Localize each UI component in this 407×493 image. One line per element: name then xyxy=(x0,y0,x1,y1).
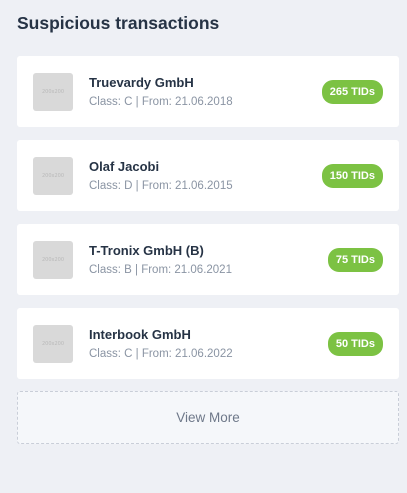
panel-title: Suspicious transactions xyxy=(17,13,220,33)
avatar: 200x200 xyxy=(33,156,73,195)
transaction-item-truevardy[interactable]: 200x200 Truevardy GmbH Class: C | From: … xyxy=(17,56,399,127)
transaction-info: Truevardy GmbH Class: C | From: 21.06.20… xyxy=(89,75,322,109)
avatar-placeholder-label: 200x200 xyxy=(41,256,65,263)
avatar: 200x200 xyxy=(33,240,73,279)
transactions-list: 200x200 Truevardy GmbH Class: C | From: … xyxy=(17,56,399,392)
avatar-placeholder-label: 200x200 xyxy=(41,340,65,347)
transaction-info: Olaf Jacobi Class: D | From: 21.06.2015 xyxy=(89,159,322,193)
avatar-placeholder-label: 200x200 xyxy=(41,172,65,179)
transaction-meta: Class: D | From: 21.06.2015 xyxy=(89,179,233,192)
tid-count-badge: 75 TIDs xyxy=(327,247,383,272)
transaction-name: T-Tronix GmbH (B) xyxy=(89,242,204,258)
tid-count-badge: 150 TIDs xyxy=(321,163,383,188)
suspicious-transactions-panel: Suspicious transactions 200x200 Truevard… xyxy=(0,0,407,493)
transaction-info: T-Tronix GmbH (B) Class: B | From: 21.06… xyxy=(89,243,328,277)
transaction-name: Interbook GmbH xyxy=(89,326,191,342)
transaction-item-interbook[interactable]: 200x200 Interbook GmbH Class: C | From: … xyxy=(17,308,399,379)
avatar-placeholder-label: 200x200 xyxy=(41,88,65,95)
avatar: 200x200 xyxy=(33,324,73,363)
tid-count-badge: 265 TIDs xyxy=(321,79,383,104)
transaction-name: Olaf Jacobi xyxy=(89,158,160,174)
transaction-info: Interbook GmbH Class: C | From: 21.06.20… xyxy=(89,327,328,361)
transaction-meta: Class: B | From: 21.06.2021 xyxy=(89,263,232,276)
transaction-name: Truevardy GmbH xyxy=(89,74,194,90)
tid-count-badge: 50 TIDs xyxy=(327,331,383,356)
avatar: 200x200 xyxy=(33,72,73,111)
transaction-item-t-tronix[interactable]: 200x200 T-Tronix GmbH (B) Class: B | Fro… xyxy=(17,224,399,295)
transaction-meta: Class: C | From: 21.06.2018 xyxy=(89,95,233,108)
transaction-item-olaf-jacobi[interactable]: 200x200 Olaf Jacobi Class: D | From: 21.… xyxy=(17,140,399,211)
transaction-meta: Class: C | From: 21.06.2022 xyxy=(89,347,233,360)
view-more-button[interactable]: View More xyxy=(17,391,399,444)
